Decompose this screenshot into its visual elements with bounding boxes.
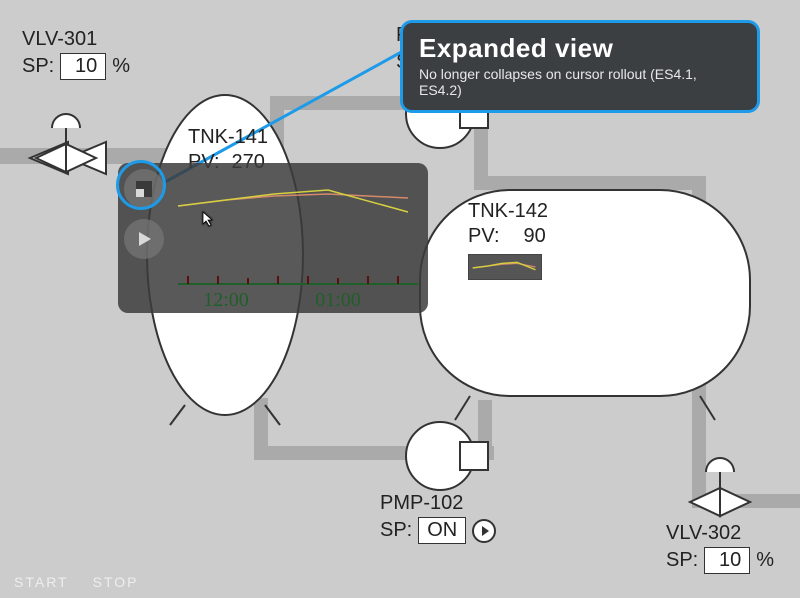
vlv302-sp-value[interactable]: 10 [704,547,750,574]
valve-vlv301 [30,114,106,174]
tnk142-field: TNK-142 PV: 90 [468,200,548,248]
trend-x-tick-0: 12:00 [203,289,249,311]
pump-pmp102 [406,422,488,490]
vlv302-tag: VLV-302 [666,522,774,545]
tnk141-tag: TNK-141 [188,126,268,149]
pmp102-sp-value[interactable]: ON [418,517,466,544]
valve-vlv302 [690,458,750,516]
tnk142-pv-value: 90 [506,225,546,248]
vlv301-field: VLV-301 SP: 10 % [22,28,130,80]
stop-button[interactable]: STOP [93,574,139,590]
start-button[interactable]: START [14,574,69,590]
vlv302-sp-label: SP: [666,549,698,572]
play-icon [134,229,154,249]
vlv301-unit: % [112,55,130,78]
vlv302-field: VLV-302 SP: 10 % [666,522,774,574]
vlv301-tag: VLV-301 [22,28,130,51]
callout-target-ring [116,160,166,210]
pmp102-field: PMP-102 SP: ON [380,492,496,544]
tnk142-mini-trend[interactable] [468,254,542,280]
tnk142-tag: TNK-142 [468,200,548,223]
trend-play-button[interactable] [124,219,164,259]
pmp102-tag: PMP-102 [380,492,496,515]
vlv302-unit: % [756,549,774,572]
tnk142-pv-label: PV: [468,225,500,248]
trend-plot: 12:00 01:00 [178,171,418,313]
vlv301-sp-value[interactable]: 10 [60,53,106,80]
cursor-icon [200,210,218,231]
callout-title: Expanded view [419,33,741,64]
footer: START STOP [14,574,138,590]
pmp102-sp-label: SP: [380,519,412,542]
vlv301-sp-label: SP: [22,55,54,78]
callout: Expanded view No longer collapses on cur… [400,20,760,113]
pmp102-play-button[interactable] [472,519,496,543]
trend-x-tick-1: 01:00 [315,289,361,311]
callout-subtitle: No longer collapses on cursor rollout (E… [419,66,741,98]
